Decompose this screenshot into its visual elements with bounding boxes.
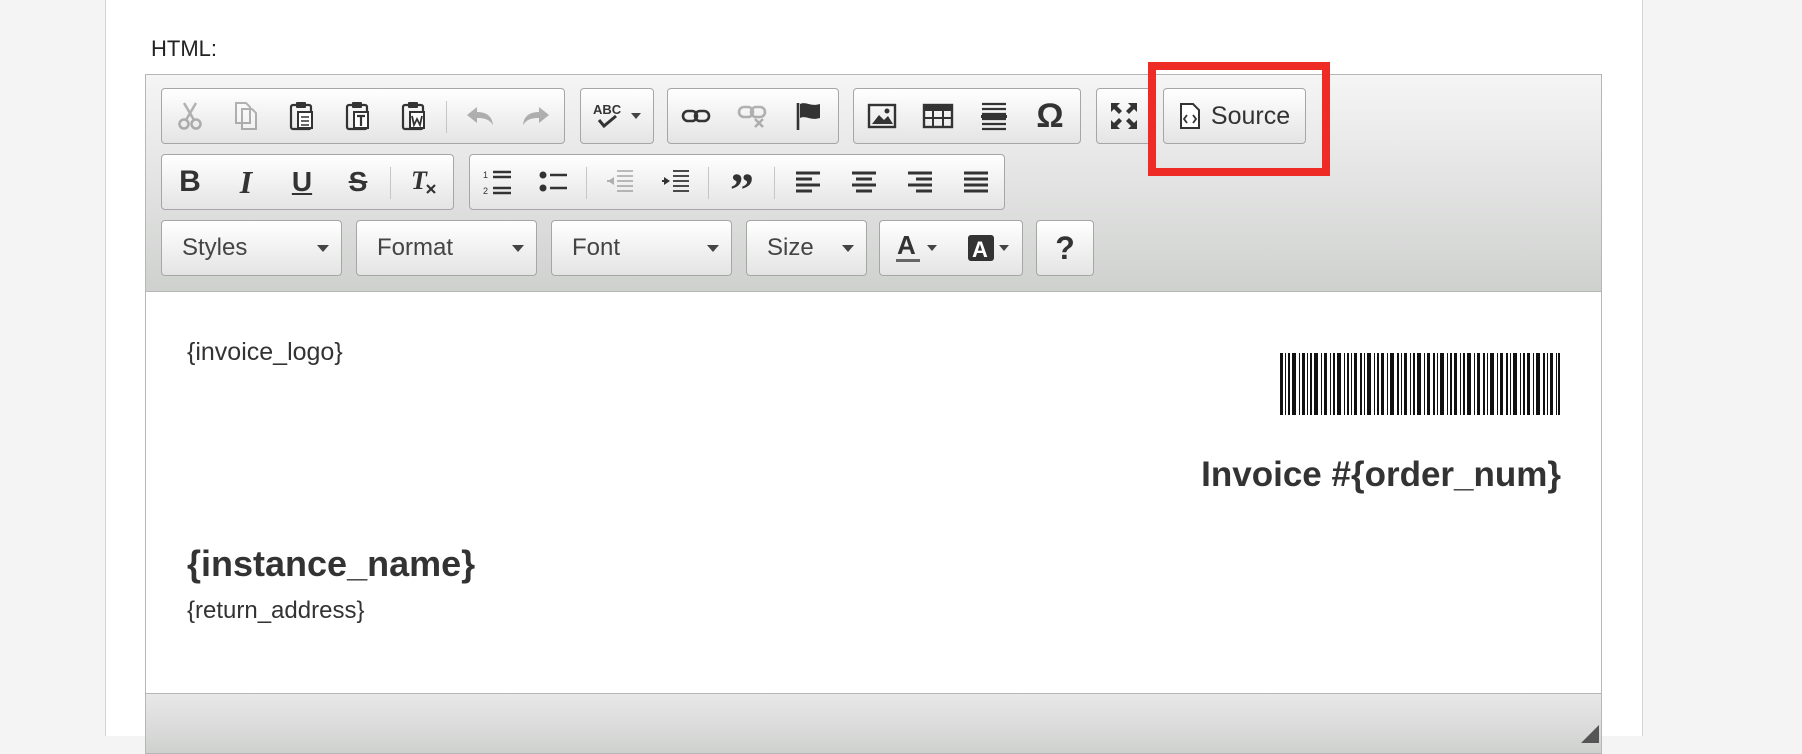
special-char-icon[interactable]: Ω: [1022, 89, 1078, 143]
paste-word-icon[interactable]: [386, 89, 442, 143]
bulleted-list-icon[interactable]: [526, 155, 582, 209]
copy-icon[interactable]: [218, 89, 274, 143]
justify-icon[interactable]: [948, 155, 1004, 209]
styles-label: Styles: [182, 234, 248, 261]
insert-group: Ω: [853, 88, 1081, 144]
resize-handle-icon[interactable]: [1581, 725, 1599, 743]
font-label: Font: [572, 234, 621, 261]
undo-icon[interactable]: [452, 89, 508, 143]
paste-text-icon[interactable]: [330, 89, 386, 143]
html-field-label: HTML:: [151, 36, 217, 61]
font-dropdown[interactable]: Font: [551, 220, 732, 276]
styles-dropdown[interactable]: Styles: [161, 220, 342, 276]
remove-format-icon[interactable]: T: [396, 155, 452, 209]
numbered-list-icon[interactable]: 12: [470, 155, 526, 209]
blockquote-icon[interactable]: ”: [714, 155, 770, 215]
svg-text:1: 1: [483, 170, 488, 180]
return-address: {return_address}: [187, 597, 365, 624]
size-label: Size: [767, 234, 814, 261]
strike-icon[interactable]: S: [330, 155, 386, 209]
source-button-highlight: [1148, 62, 1330, 176]
maximize-icon[interactable]: [1097, 89, 1151, 143]
horizontal-line-icon[interactable]: [966, 89, 1022, 143]
invoice-logo-placeholder: {invoice_logo}: [187, 338, 343, 366]
underline-icon[interactable]: U: [274, 155, 330, 209]
editor-status-bar: [146, 693, 1601, 753]
align-right-icon[interactable]: [892, 155, 948, 209]
spellcheck-group: ABC: [580, 88, 654, 144]
cut-icon[interactable]: [162, 89, 218, 143]
image-icon[interactable]: [854, 89, 910, 143]
format-label: Format: [377, 234, 454, 261]
help-icon[interactable]: ?: [1037, 221, 1093, 275]
link-icon[interactable]: [668, 89, 724, 143]
svg-text:A: A: [897, 232, 916, 260]
rich-text-editor: ABC Ω Source B I U S T 1 2 ” Styles Form…: [145, 74, 1602, 754]
paragraph-group: 12 ”: [469, 154, 1005, 215]
editor-content-area[interactable]: {invoice_logo} Invoice #{order_num} {ins…: [146, 293, 1601, 693]
colors-group: A A: [879, 220, 1023, 276]
help-group: ?: [1036, 220, 1094, 276]
bold-icon[interactable]: B: [162, 155, 218, 209]
svg-text:2: 2: [483, 186, 488, 196]
redo-icon[interactable]: [508, 89, 564, 143]
svg-text:ABC: ABC: [593, 102, 622, 117]
format-dropdown[interactable]: Format: [356, 220, 537, 276]
svg-text:T: T: [411, 167, 428, 195]
spellcheck-icon[interactable]: ABC: [581, 89, 653, 143]
link-group: [667, 88, 839, 144]
background-color-icon[interactable]: A: [952, 221, 1024, 275]
svg-text:A: A: [972, 237, 988, 262]
instance-name: {instance_name}: [187, 543, 476, 584]
editor-toolbar: ABC Ω Source B I U S T 1 2 ” Styles Form…: [146, 75, 1601, 292]
anchor-icon[interactable]: [780, 89, 836, 143]
indent-icon[interactable]: [648, 155, 704, 209]
barcode-image: [1280, 353, 1560, 415]
outdent-icon[interactable]: [592, 155, 648, 209]
basic-styles-group: B I U S T: [161, 154, 454, 210]
form-panel: HTML: ABC Ω Source B I U S T 1 2 ” Style…: [105, 0, 1643, 754]
align-left-icon[interactable]: [780, 155, 836, 209]
clipboard-group: [161, 88, 565, 144]
maximize-group: [1096, 88, 1152, 144]
invoice-title: Invoice #{order_num}: [1201, 455, 1561, 494]
text-color-icon[interactable]: A: [880, 221, 952, 275]
size-dropdown[interactable]: Size: [746, 220, 867, 276]
unlink-icon[interactable]: [724, 89, 780, 143]
align-center-icon[interactable]: [836, 155, 892, 209]
italic-icon[interactable]: I: [218, 155, 274, 209]
paste-icon[interactable]: [274, 89, 330, 143]
table-icon[interactable]: [910, 89, 966, 143]
